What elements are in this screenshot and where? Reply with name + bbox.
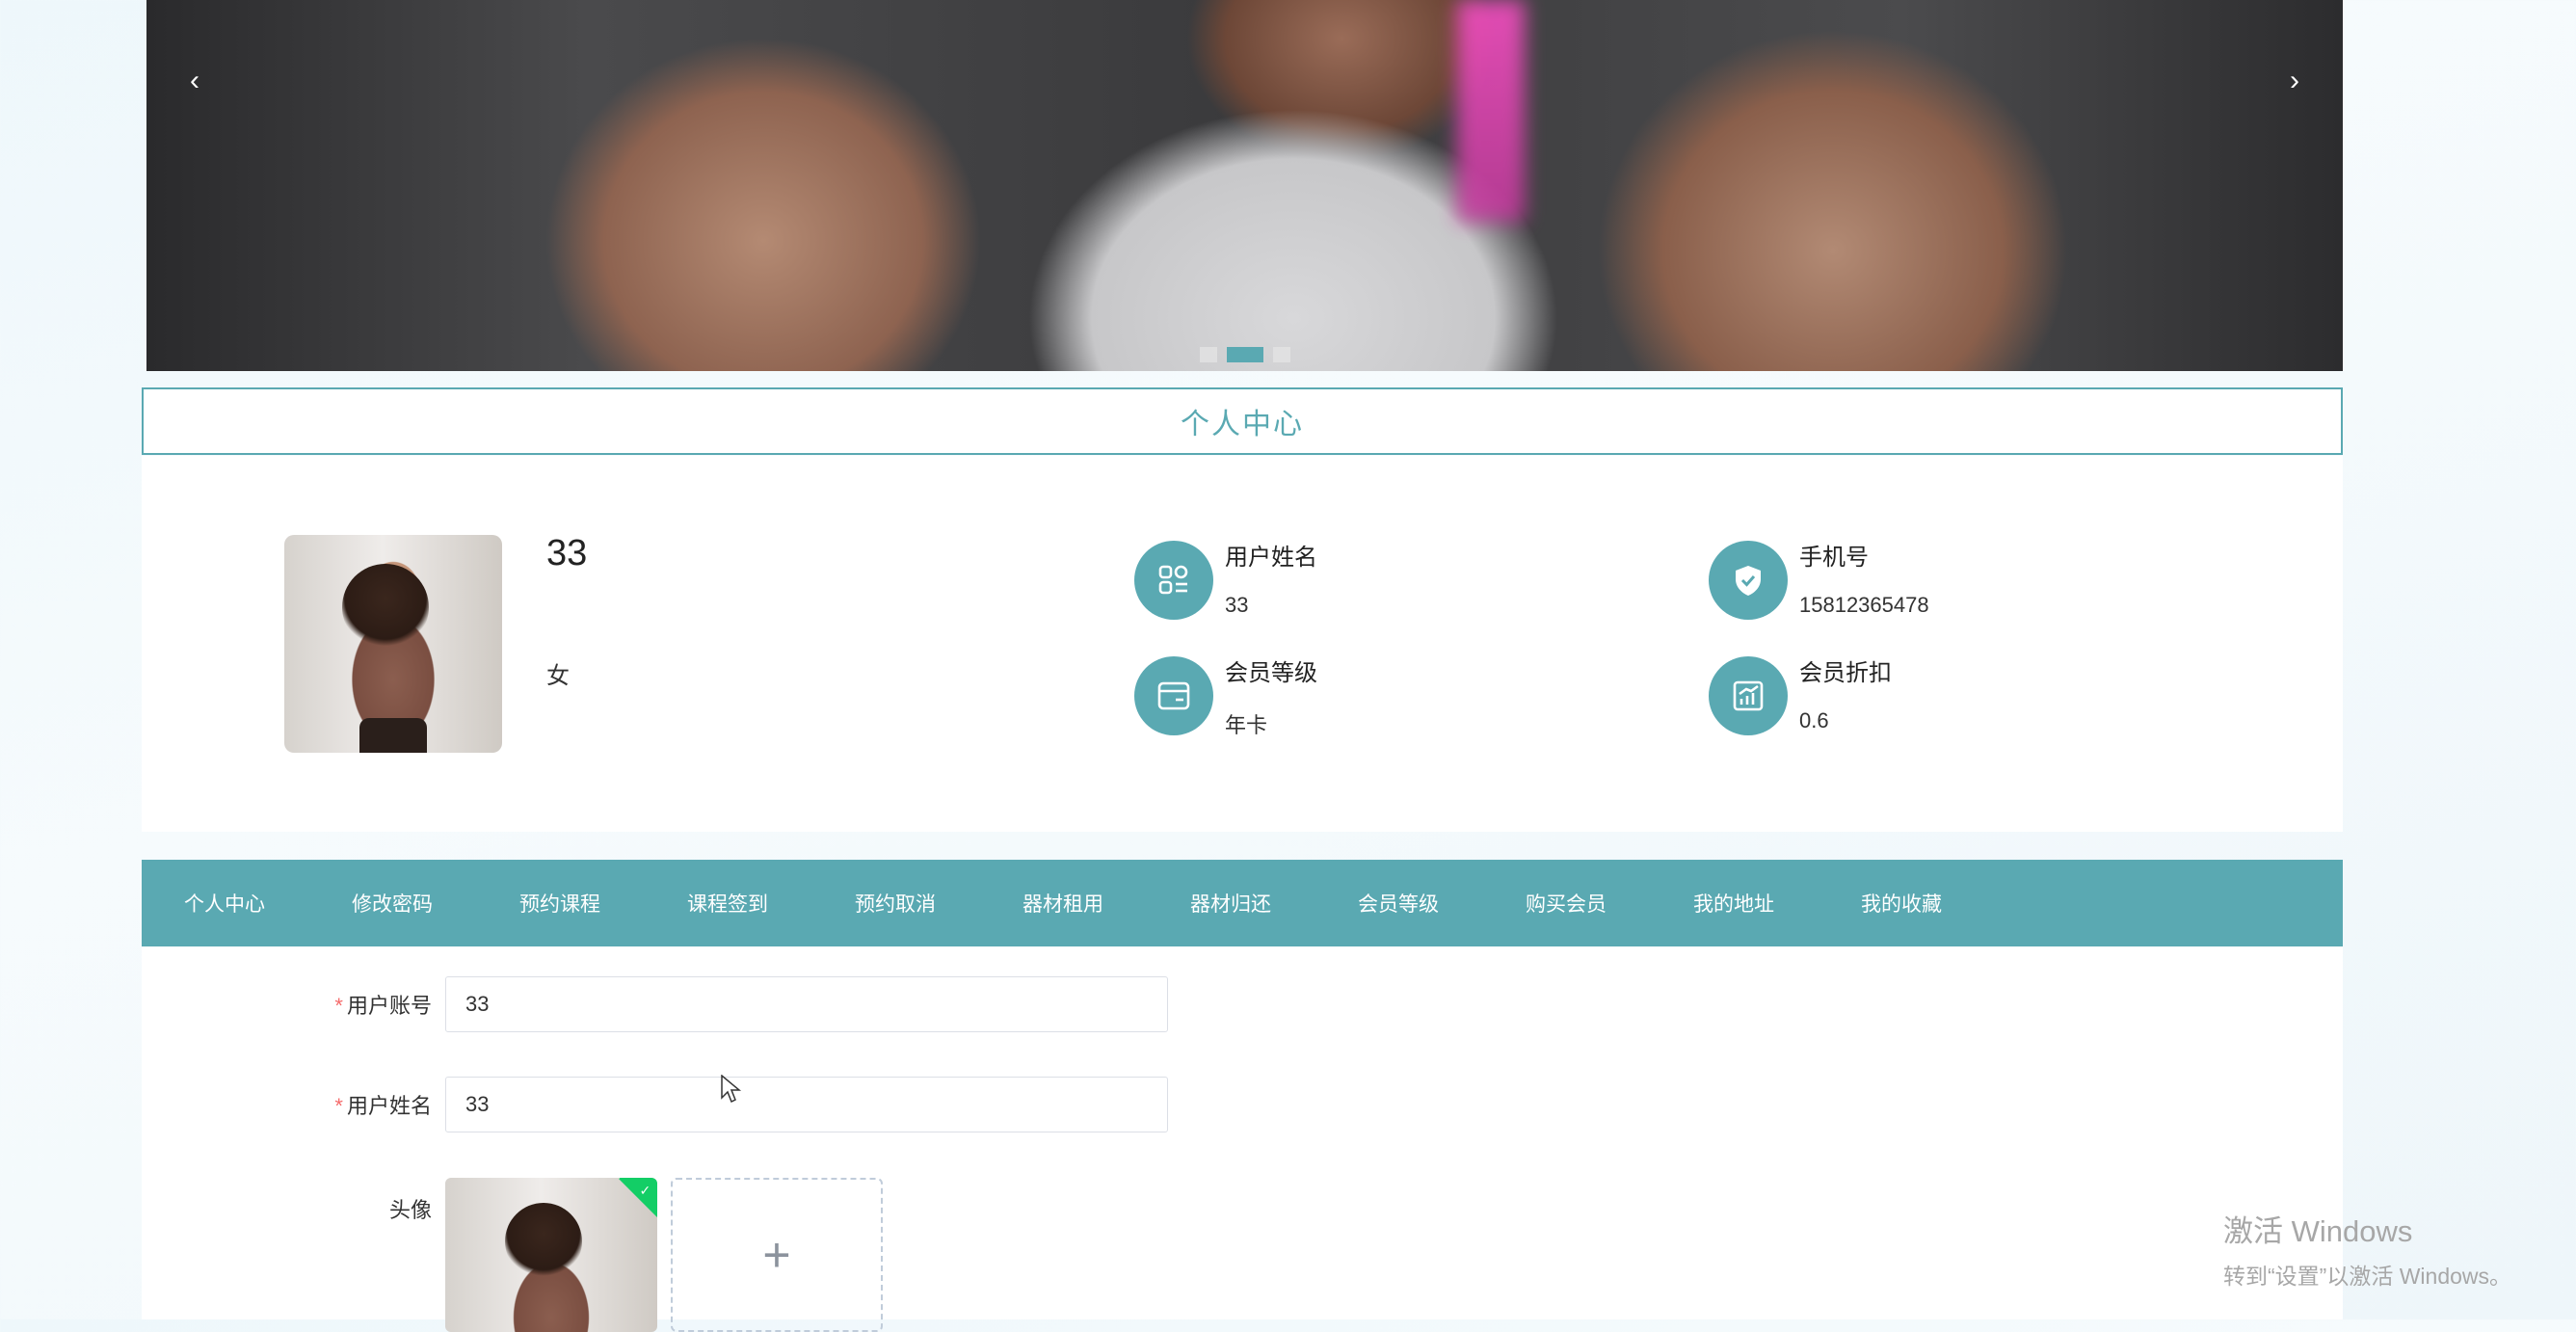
form-row-account: * 用户账号 [142,976,1168,1032]
section-title: 个人中心 [142,387,2343,455]
info-value: 33 [1225,593,1249,617]
user-list-icon [1134,541,1213,620]
avatar-legs [359,718,427,753]
info-label: 会员等级 [1225,660,1317,686]
menu-item-cancel-booking[interactable]: 预约取消 [811,889,979,918]
plus-icon: + [762,1228,791,1282]
chart-icon [1709,656,1788,735]
info-value: 0.6 [1799,708,1829,733]
profile-card: 33 女 用户姓名 33 手机号 15812365478 会员等级 年卡 会员折… [142,456,2343,832]
form-row-username: * 用户姓名 [142,1077,1168,1132]
menu-item-book-course[interactable]: 预约课程 [476,889,644,918]
carousel-next-button[interactable]: › [2275,62,2314,100]
avatar-upload-button[interactable]: + [671,1178,883,1332]
profile-name: 33 [546,533,588,573]
banner-image-highlight [1457,0,1525,222]
profile-sex: 女 [546,663,570,689]
card-icon [1134,656,1213,735]
info-value: 年卡 [1225,713,1268,737]
menu-item-my-favorites[interactable]: 我的收藏 [1818,889,1985,918]
avatar-hair [342,564,429,651]
watermark-line-2: 转到“设置”以激活 Windows。 [2223,1264,2512,1289]
info-username: 用户姓名 33 [1134,541,1317,620]
profile-menu: 个人中心 修改密码 预约课程 课程签到 预约取消 器材租用 器材归还 会员等级 … [142,860,2343,946]
menu-item-buy-membership[interactable]: 购买会员 [1482,889,1650,918]
info-phone: 手机号 15812365478 [1709,541,1929,620]
account-label-text: 用户账号 [346,994,432,1018]
menu-item-equipment-rent[interactable]: 器材租用 [979,889,1147,918]
avatar-label: 头像 [388,1198,432,1222]
avatar [284,535,502,753]
info-label: 用户姓名 [1225,545,1317,571]
form-row-avatar: 头像 ✓ + [142,1178,883,1332]
info-label: 手机号 [1799,545,1869,571]
menu-item-course-checkin[interactable]: 课程签到 [644,889,811,918]
required-mark: * [334,1094,343,1118]
info-member-level: 会员等级 年卡 [1134,656,1317,739]
banner-carousel: ‹ › [146,0,2343,371]
account-label: * 用户账号 [142,989,445,1020]
info-label: 会员折扣 [1799,660,1892,686]
menu-item-member-level[interactable]: 会员等级 [1315,889,1482,918]
avatar-uploaded-thumbnail[interactable]: ✓ [445,1178,657,1332]
shield-check-icon [1709,541,1788,620]
menu-item-profile[interactable]: 个人中心 [142,889,308,918]
username-label: * 用户姓名 [142,1089,445,1120]
carousel-dot-2[interactable] [1227,347,1263,362]
carousel-indicators [1200,347,1290,362]
username-label-text: 用户姓名 [346,1094,432,1118]
upload-success-badge: ✓ [619,1178,657,1217]
username-input[interactable] [445,1077,1168,1132]
carousel-dot-3[interactable] [1273,347,1290,362]
watermark-line-1: 激活 Windows [2223,1214,2413,1248]
menu-item-my-address[interactable]: 我的地址 [1650,889,1818,918]
required-mark: * [334,994,343,1018]
info-member-discount: 会员折扣 0.6 [1709,656,1892,735]
windows-activation-watermark: 激活 Windows 转到“设置”以激活 Windows。 [2223,1207,2511,1291]
mouse-cursor-icon [721,1075,742,1104]
section-title-text: 个人中心 [1181,409,1304,440]
thumbnail-hair [505,1203,582,1280]
carousel-dot-1[interactable] [1200,347,1217,362]
info-value: 15812365478 [1799,593,1929,617]
menu-item-change-password[interactable]: 修改密码 [308,889,476,918]
account-input[interactable] [445,976,1168,1032]
profile-form: *用户账号 *用户姓名 头像 ✓ + [142,946,2343,1332]
carousel-prev-button[interactable]: ‹ [175,62,214,100]
menu-item-equipment-return[interactable]: 器材归还 [1147,889,1315,918]
check-icon: ✓ [639,1183,651,1199]
